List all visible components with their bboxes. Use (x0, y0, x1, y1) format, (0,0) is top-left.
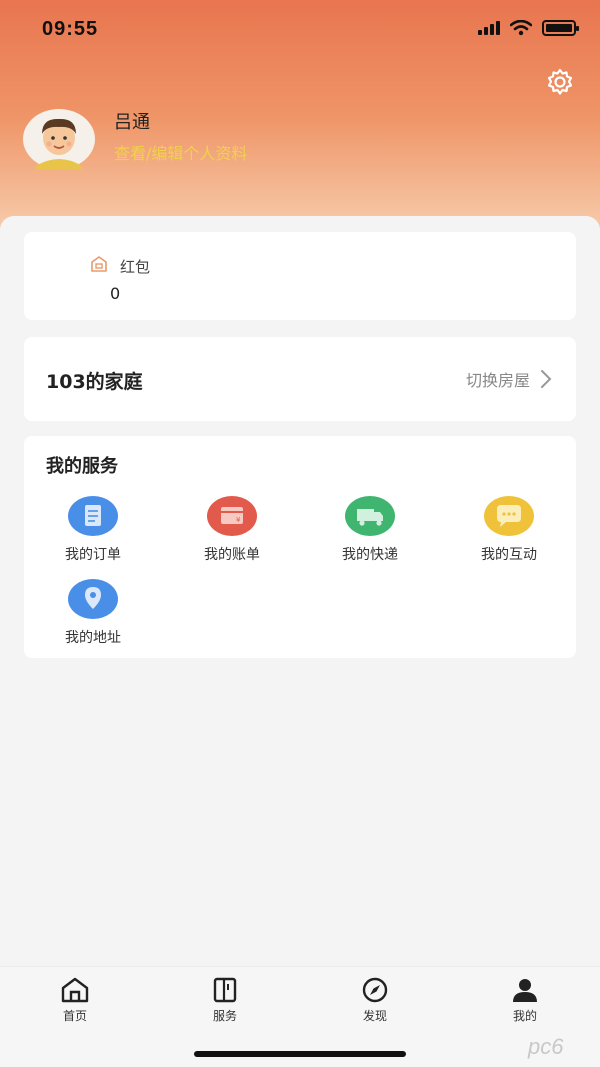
red-packet-icon (91, 256, 107, 272)
tab-home[interactable]: 首页 (35, 977, 115, 1037)
delivery-icon (345, 496, 395, 536)
home-icon (61, 977, 89, 1003)
tab-label: 服务 (212, 1009, 237, 1023)
bill-icon: ¥ (207, 496, 257, 536)
service-icon (213, 977, 237, 1003)
home-title: 103的家庭 (46, 371, 143, 393)
tab-service[interactable]: 服务 (185, 977, 265, 1037)
tab-label: 发现 (362, 1009, 387, 1023)
tab-mine[interactable]: 我的 (485, 977, 565, 1037)
status-time: 09:55 (42, 18, 99, 40)
tab-discover[interactable]: 发现 (335, 977, 415, 1037)
service-item-orders[interactable]: 我的订单 (38, 496, 148, 566)
order-icon (68, 496, 118, 536)
home-card[interactable]: 103的家庭 切换房屋 (24, 337, 576, 421)
tab-label: 我的 (512, 1009, 537, 1023)
chevron-right-icon (541, 370, 552, 388)
main-content: 红包 0 103的家庭 切换房屋 我的服务 我的订单 ¥ 我的账单 我的快递 我… (0, 216, 600, 966)
tab-label: 首页 (62, 1009, 87, 1023)
service-item-delivery[interactable]: 我的快递 (315, 496, 425, 566)
edit-profile-link[interactable]: 查看/编辑个人资料 (114, 140, 247, 164)
service-label: 我的快递 (342, 547, 398, 563)
service-item-interaction[interactable]: 我的互动 (454, 496, 564, 566)
status-icons (478, 20, 579, 36)
switch-house-button[interactable]: 切换房屋 (466, 367, 552, 391)
bottom-tab-bar: 首页 服务 发现 我的 (0, 966, 600, 1067)
user-name: 吕通 (114, 112, 150, 133)
service-label: 我的互动 (481, 547, 537, 563)
settings-gear-icon[interactable] (544, 66, 576, 98)
watermark-logo: pc6 (528, 1034, 564, 1059)
signal-icon (478, 21, 500, 35)
home-indicator (194, 1051, 406, 1057)
wallet-label: 红包 (120, 258, 151, 276)
user-icon (513, 979, 537, 1002)
service-label: 我的账单 (204, 547, 260, 563)
avatar[interactable] (22, 108, 96, 170)
service-item-address[interactable]: 我的地址 (38, 579, 148, 649)
battery-icon (542, 20, 579, 36)
wallet-value: 0 (110, 284, 121, 303)
wallet-card[interactable]: 红包 0 (24, 232, 576, 320)
switch-house-label: 切换房屋 (465, 371, 530, 390)
chat-icon (484, 496, 534, 536)
compass-icon (362, 977, 388, 1003)
wifi-icon (510, 20, 532, 36)
address-icon (68, 579, 118, 619)
svg-text:¥: ¥ (236, 516, 241, 524)
status-bar: 09:55 (0, 0, 600, 60)
services-card: 我的服务 我的订单 ¥ 我的账单 我的快递 我的互动 我的地址 (24, 436, 576, 658)
service-label: 我的地址 (65, 630, 121, 646)
service-item-bills[interactable]: ¥ 我的账单 (177, 496, 287, 566)
services-title: 我的服务 (46, 456, 118, 477)
service-label: 我的订单 (65, 547, 121, 563)
